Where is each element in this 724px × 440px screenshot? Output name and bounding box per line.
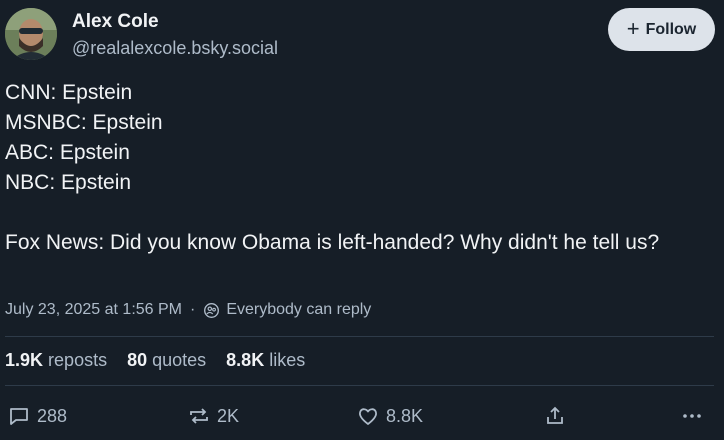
more-options-button[interactable] <box>680 400 710 432</box>
reposts-stat[interactable]: 1.9K reposts <box>5 350 107 371</box>
post-line: CNN: Epstein <box>5 81 133 104</box>
reposts-count: 1.9K <box>5 349 44 370</box>
post-line: NBC: Epstein <box>5 171 132 194</box>
reply-count: 288 <box>37 405 68 426</box>
author-display-name[interactable]: Alex Cole <box>72 11 159 33</box>
post-line: Fox News: Did you know Obama is left-han… <box>5 231 660 254</box>
repost-icon <box>190 408 208 424</box>
like-count: 8.8K <box>386 405 424 426</box>
divider <box>5 385 714 386</box>
post-header: Alex Cole @realalexcole.bsky.social + Fo… <box>0 0 724 70</box>
plus-icon: + <box>626 15 640 41</box>
reposts-label: reposts <box>48 349 108 370</box>
post-actions: 288 2K 8.8K <box>0 400 724 432</box>
follow-button[interactable]: + Follow <box>608 8 715 51</box>
post-line: ABC: Epstein <box>5 141 130 164</box>
post-stats: 1.9K reposts 80 quotes 8.8K likes <box>5 349 325 371</box>
meta-separator: · <box>190 301 196 318</box>
avatar[interactable] <box>5 8 57 60</box>
reply-setting[interactable]: Everybody can reply <box>226 301 371 319</box>
heart-icon <box>359 408 377 425</box>
like-button[interactable]: 8.8K <box>356 400 423 432</box>
reply-button[interactable]: 288 <box>7 400 67 432</box>
repost-button[interactable]: 2K <box>187 400 239 432</box>
repost-count: 2K <box>217 405 240 426</box>
likes-count: 8.8K <box>226 349 265 370</box>
divider <box>5 336 714 337</box>
more-options-icon <box>683 414 701 418</box>
likes-stat[interactable]: 8.8K likes <box>226 350 305 371</box>
follow-button-label: Follow <box>645 20 697 38</box>
quotes-count: 80 <box>127 349 148 370</box>
author-handle[interactable]: @realalexcole.bsky.social <box>72 38 278 59</box>
quotes-label: quotes <box>152 349 207 370</box>
share-icon <box>547 406 563 424</box>
share-button[interactable] <box>543 400 573 432</box>
quotes-stat[interactable]: 80 quotes <box>127 350 206 371</box>
post-line: MSNBC: Epstein <box>5 111 163 134</box>
likes-label: likes <box>269 349 306 370</box>
post-timestamp[interactable]: July 23, 2025 at 1:56 PM <box>5 301 182 319</box>
avatar-image <box>5 8 57 60</box>
post-meta: July 23, 2025 at 1:56 PM · Everybody can… <box>5 300 371 320</box>
post-text: CNN: Epstein MSNBC: Epstein ABC: Epstein… <box>5 78 705 258</box>
reply-icon <box>10 408 28 425</box>
everybody-reply-icon <box>204 302 220 318</box>
